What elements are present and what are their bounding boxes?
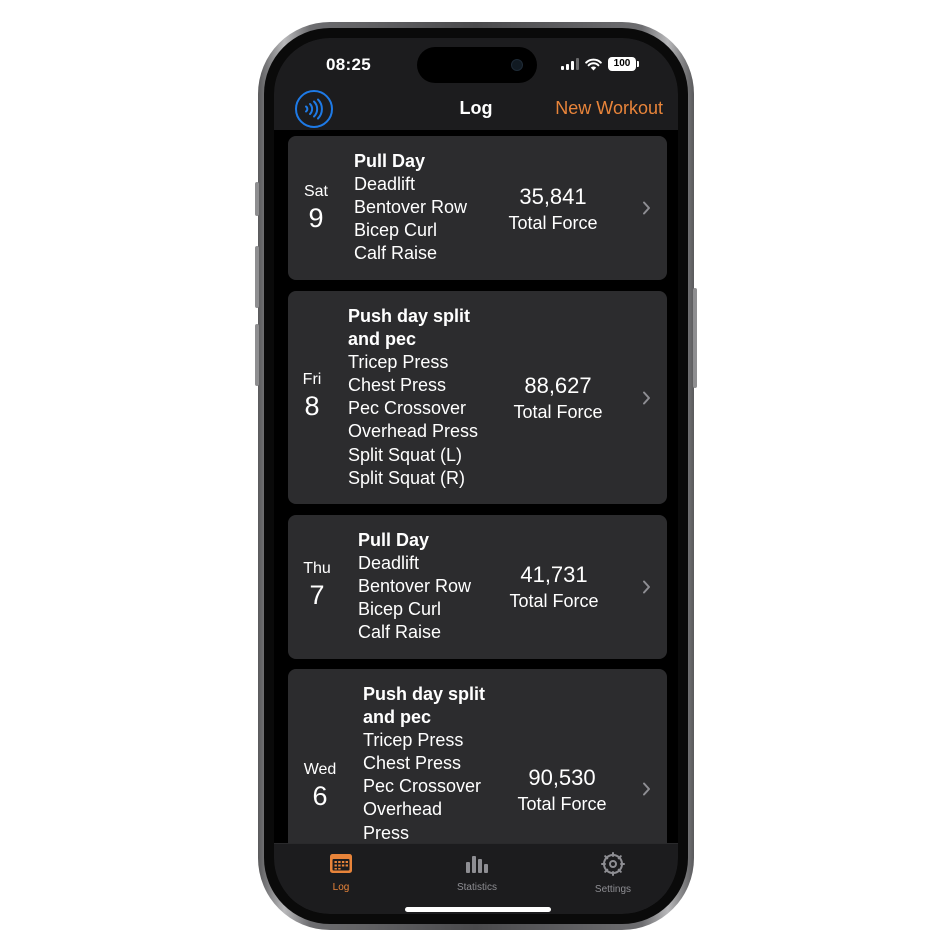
front-camera bbox=[511, 59, 523, 71]
exercise-item: Pec Crossover bbox=[348, 398, 467, 419]
exercise-item: Deadlift bbox=[358, 553, 420, 574]
total-force-value: 35,841 bbox=[519, 184, 587, 209]
status-time: 08:25 bbox=[326, 55, 371, 74]
total-force: 90,530 Total Force bbox=[497, 765, 627, 815]
total-force-value: 90,530 bbox=[528, 765, 596, 790]
workout-date: Wed 6 bbox=[300, 761, 340, 812]
workout-name: and pec bbox=[348, 329, 417, 350]
workout-card[interactable]: Sat 9 Pull Day Deadlift Bentover Row Bic… bbox=[288, 136, 667, 280]
total-force-label: Total Force bbox=[517, 794, 607, 814]
workout-day-number: 7 bbox=[309, 580, 325, 610]
dynamic-island bbox=[417, 47, 537, 83]
workout-weekday: Fri bbox=[302, 371, 322, 388]
exercise-item: Pec Crossover bbox=[363, 776, 482, 797]
exercise-item: Calf Raise bbox=[354, 243, 438, 264]
total-force-value: 88,627 bbox=[524, 373, 592, 398]
workout-name: Push day split bbox=[348, 306, 471, 326]
volume-down-button bbox=[255, 324, 259, 386]
chevron-right-icon bbox=[643, 782, 650, 796]
gear-icon bbox=[601, 852, 625, 876]
workout-day-number: 6 bbox=[312, 781, 328, 811]
tab-statistics[interactable]: Statistics bbox=[437, 852, 517, 893]
wifi-icon bbox=[585, 58, 602, 70]
workout-day-number: 9 bbox=[308, 203, 324, 233]
exercise-item: Press bbox=[363, 822, 410, 843]
workout-date: Thu 7 bbox=[297, 560, 337, 611]
total-force-label: Total Force bbox=[509, 591, 599, 611]
power-button bbox=[693, 288, 697, 388]
calendar-icon bbox=[330, 854, 352, 873]
chevron-right-icon bbox=[643, 201, 650, 215]
tab-settings[interactable]: Settings bbox=[573, 852, 653, 895]
app-screen: 08:25 100 Log New Workout Sat 9 Pull Day… bbox=[274, 38, 678, 914]
action-button bbox=[255, 182, 259, 216]
workout-day-number: 8 bbox=[304, 391, 320, 421]
battery-indicator: 100 bbox=[608, 57, 639, 71]
workout-weekday: Thu bbox=[303, 560, 331, 577]
total-force-label: Total Force bbox=[508, 213, 598, 233]
workout-date: Fri 8 bbox=[292, 371, 332, 422]
workout-exercises: Push day split and pec Tricep Press Ches… bbox=[363, 683, 485, 845]
bar-chart-icon bbox=[466, 856, 488, 873]
exercise-item: Bentover Row bbox=[358, 576, 472, 597]
new-workout-button[interactable]: New Workout bbox=[555, 98, 663, 119]
total-force: 88,627 Total Force bbox=[493, 373, 623, 423]
volume-up-button bbox=[255, 246, 259, 308]
cellular-signal-icon bbox=[561, 58, 579, 70]
workout-date: Sat 9 bbox=[296, 183, 336, 234]
chevron-right-icon bbox=[643, 580, 650, 594]
chevron-right-icon bbox=[643, 391, 650, 405]
exercise-item: Split Squat (R) bbox=[348, 467, 466, 488]
exercise-item: Chest Press bbox=[348, 375, 447, 396]
tab-label: Log bbox=[332, 882, 350, 893]
workout-exercises: Pull Day Deadlift Bentover Row Bicep Cur… bbox=[354, 150, 467, 265]
tab-bar: Log Statistics Settings bbox=[274, 843, 678, 914]
workout-name: Push day split bbox=[363, 684, 486, 704]
exercise-item: Bicep Curl bbox=[358, 599, 442, 620]
tab-label: Settings bbox=[594, 884, 632, 895]
tab-log[interactable]: Log bbox=[301, 852, 381, 893]
total-force: 41,731 Total Force bbox=[489, 562, 619, 612]
workout-weekday: Wed bbox=[303, 761, 337, 778]
workout-exercises: Pull Day Deadlift Bentover Row Bicep Cur… bbox=[358, 529, 471, 644]
total-force-label: Total Force bbox=[513, 402, 603, 422]
workout-name: and pec bbox=[363, 707, 432, 728]
home-indicator[interactable] bbox=[405, 907, 551, 912]
workout-card[interactable]: Fri 8 Push day split and pec Tricep Pres… bbox=[288, 291, 667, 504]
exercise-item: Bentover Row bbox=[354, 197, 468, 218]
workout-name: Pull Day bbox=[354, 151, 426, 171]
tab-label: Statistics bbox=[456, 882, 497, 893]
workout-weekday: Sat bbox=[303, 183, 328, 200]
total-force-value: 41,731 bbox=[520, 562, 588, 587]
exercise-item: Deadlift bbox=[354, 174, 416, 195]
status-indicators: 100 bbox=[561, 56, 639, 72]
exercise-item: Bicep Curl bbox=[354, 220, 438, 241]
exercise-item: Overhead Press bbox=[348, 421, 479, 442]
workout-exercises: Push day split and pec Tricep Press Ches… bbox=[348, 305, 478, 490]
workout-card[interactable]: Thu 7 Pull Day Deadlift Bentover Row Bic… bbox=[288, 515, 667, 659]
total-force: 35,841 Total Force bbox=[488, 184, 618, 234]
exercise-item: Chest Press bbox=[363, 753, 462, 774]
workout-name: Pull Day bbox=[358, 530, 430, 550]
exercise-item: Tricep Press bbox=[348, 352, 449, 373]
exercise-item: Split Squat (L) bbox=[348, 444, 463, 465]
exercise-item: Tricep Press bbox=[363, 730, 464, 751]
exercise-item: Calf Raise bbox=[358, 622, 442, 643]
exercise-item: Overhead bbox=[363, 799, 443, 820]
